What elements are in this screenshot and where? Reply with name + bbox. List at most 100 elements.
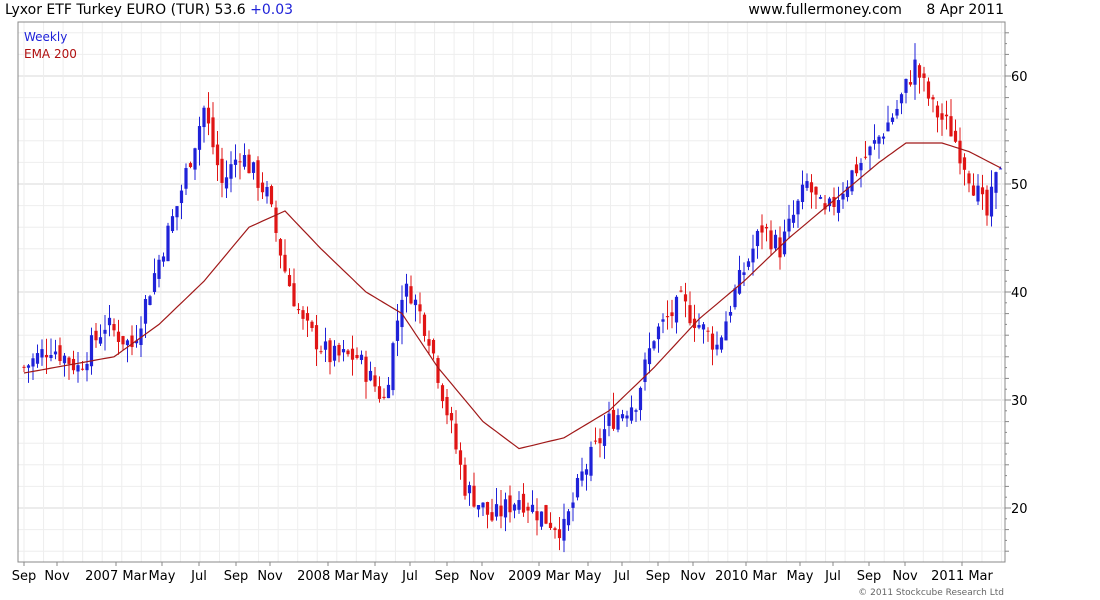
candle-body [445, 396, 449, 416]
candle-body [368, 370, 373, 381]
x-tick-label: 2009 Mar [508, 569, 570, 584]
candle-body [629, 407, 634, 421]
candle-body [944, 114, 949, 117]
candle-body [647, 348, 652, 365]
candle-body [593, 440, 598, 442]
candle-body [940, 113, 944, 120]
candle-body [949, 116, 953, 137]
candle-body [422, 314, 427, 336]
candle-body [431, 339, 436, 354]
candle-body [332, 345, 337, 361]
x-tick-label: Nov [44, 569, 70, 584]
candle-body [116, 331, 121, 342]
candle-body [562, 518, 566, 541]
x-tick-label: Nov [680, 569, 706, 584]
candle-body [112, 324, 116, 331]
candle-body [247, 154, 251, 174]
candle-body [688, 305, 692, 324]
candle-body [976, 185, 980, 202]
candle-body [269, 186, 274, 205]
candle-body [814, 186, 818, 195]
candle-body [188, 163, 193, 168]
candle-body [67, 357, 71, 364]
candle-body [980, 187, 985, 195]
candle-body [287, 275, 292, 287]
candle-body [553, 528, 557, 531]
candle-body [310, 321, 314, 329]
candle-body [571, 502, 575, 508]
candle-body [715, 344, 719, 350]
candle-body [904, 78, 908, 93]
candle-body [913, 59, 917, 85]
candle-body [805, 181, 809, 188]
candle-body [638, 387, 643, 411]
candle-body [265, 186, 269, 197]
y-tick-label: 40 [1011, 286, 1028, 301]
candle-body [683, 294, 688, 302]
candle-body [841, 193, 845, 200]
candle-body [323, 341, 328, 350]
candle-body [278, 239, 283, 256]
y-tick-label: 50 [1011, 178, 1028, 193]
candle-body [413, 299, 418, 306]
candle-body [796, 200, 800, 215]
candle-body [206, 107, 211, 124]
candle-body [764, 226, 769, 229]
candle-body [656, 326, 661, 340]
candle-body [724, 321, 728, 341]
candle-body [494, 504, 499, 517]
candle-body [463, 464, 467, 496]
candle-body [818, 197, 823, 199]
candle-body [958, 140, 962, 164]
x-tick-label: May [362, 569, 389, 584]
candle-body [364, 356, 368, 382]
x-tick-label: Sep [646, 569, 671, 584]
candle-body [436, 358, 440, 383]
x-tick-label: 2007 Mar [85, 569, 147, 584]
candle-body [382, 396, 386, 398]
x-tick-label: Jul [824, 569, 841, 584]
candle-body [355, 354, 359, 358]
candle-body [755, 230, 760, 247]
candle-body [193, 148, 197, 170]
candle-body [530, 504, 535, 512]
candle-body [935, 105, 940, 118]
candle-body [202, 107, 206, 128]
candle-body [746, 261, 751, 267]
candle-body [850, 170, 854, 192]
x-tick-label: Jul [613, 569, 630, 584]
candle-body [760, 225, 764, 233]
candle-body [584, 469, 589, 475]
candle-body [733, 288, 737, 308]
candle-body [917, 65, 922, 78]
candle-body [260, 182, 265, 193]
candle-body [728, 311, 733, 316]
candle-body [661, 319, 665, 322]
x-axis: Sep Nov 2007 Mar May Jul Sep Nov 2008 Mar May Jul… [12, 562, 994, 584]
candle-body [22, 366, 26, 368]
candle-body [341, 349, 346, 353]
candle-body [80, 368, 85, 370]
candle-body [575, 477, 580, 498]
x-tick-label: Sep [12, 569, 37, 584]
candle-body [809, 182, 814, 193]
candle-body [26, 365, 31, 368]
candle-body [706, 330, 710, 332]
candle-body [674, 296, 679, 323]
y-tick-label: 20 [1011, 502, 1028, 517]
candle-body [103, 329, 107, 334]
candle-body [598, 438, 602, 444]
candle-body [458, 450, 463, 465]
candle-body [679, 290, 683, 292]
candle-body [35, 353, 40, 364]
candle-body [449, 413, 454, 421]
candle-body [544, 505, 548, 524]
x-tick-label: 2008 Mar [297, 569, 359, 584]
legend-ema-200: EMA 200 [24, 47, 77, 61]
candle-body [787, 218, 791, 232]
candle-body [467, 485, 472, 494]
candle-body [863, 156, 868, 158]
candle-body [224, 177, 229, 189]
candle-body [107, 317, 112, 326]
candle-body [229, 164, 233, 179]
